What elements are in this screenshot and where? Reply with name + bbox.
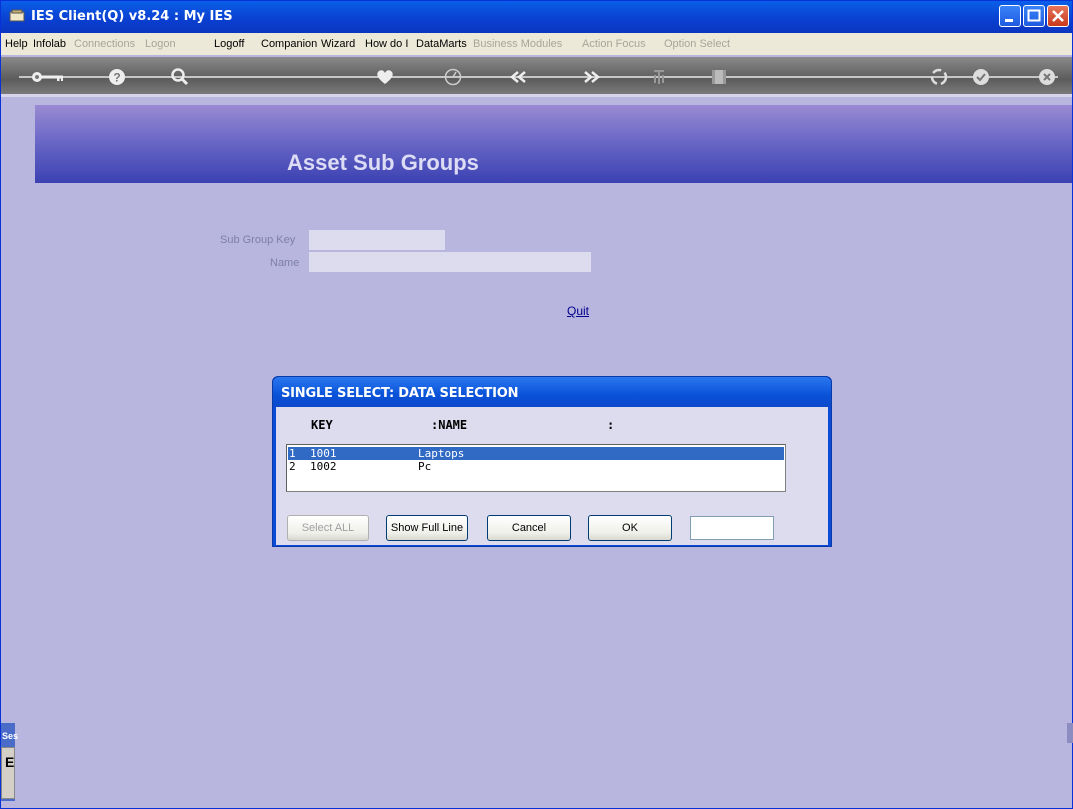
session-pane-label: Ses — [2, 731, 19, 741]
recycle-icon[interactable] — [927, 65, 951, 89]
row-name: Pc — [418, 460, 432, 473]
sub-group-key-label: Sub Group Key — [220, 234, 296, 246]
maximize-icon — [1027, 9, 1041, 22]
list-row[interactable]: 2 1002 Pc — [288, 460, 784, 473]
row-index: 2 — [289, 460, 296, 473]
menu-datamarts[interactable]: DataMarts — [416, 38, 467, 50]
menu-companion[interactable]: Companion — [261, 38, 317, 50]
menu-business-modules[interactable]: Business Modules — [473, 38, 562, 50]
toolbar: ? — [1, 57, 1072, 97]
forward-icon[interactable] — [579, 65, 603, 89]
row-key: 1001 — [310, 447, 337, 460]
minimize-button[interactable] — [999, 5, 1021, 27]
close-icon[interactable] — [1035, 65, 1059, 89]
back-icon[interactable] — [507, 65, 531, 89]
ok-button[interactable]: OK — [588, 515, 672, 541]
cancel-button[interactable]: Cancel — [487, 515, 571, 541]
menu-bar: Help Infolab Connections Logon Logoff Co… — [1, 33, 1072, 55]
dialog-title-bar[interactable]: SINGLE SELECT: DATA SELECTION — [273, 377, 831, 407]
name-label: Name — [270, 257, 300, 269]
tree-icon[interactable] — [647, 65, 671, 89]
window-title: IES Client(Q) v8.24 : My IES — [31, 9, 233, 24]
help-icon[interactable]: ? — [105, 65, 129, 89]
dialog-text-input[interactable] — [690, 516, 774, 540]
search-icon[interactable] — [167, 65, 191, 89]
svg-text:?: ? — [113, 71, 120, 85]
column-header-extra: : — [607, 418, 615, 432]
close-window-button[interactable] — [1047, 5, 1069, 27]
show-full-line-button[interactable]: Show Full Line — [386, 515, 468, 541]
application-window: IES Client(Q) v8.24 : My IES Help Infola… — [0, 0, 1073, 809]
film-icon[interactable] — [707, 65, 731, 89]
row-index: 1 — [289, 447, 296, 460]
row-key: 1002 — [310, 460, 337, 473]
title-bar[interactable]: IES Client(Q) v8.24 : My IES — [1, 1, 1072, 33]
page-banner: Asset Sub Groups — [35, 105, 1072, 183]
selection-list[interactable]: 1 1001 Laptops 2 1002 Pc — [286, 444, 786, 492]
column-header-key: KEY — [311, 418, 333, 432]
maximize-button[interactable] — [1023, 5, 1045, 27]
key-icon[interactable] — [31, 65, 65, 89]
right-edge-marker — [1067, 723, 1073, 743]
session-pane-box[interactable]: E — [1, 747, 15, 799]
quit-link[interactable]: Quit — [567, 304, 589, 318]
menu-infolab[interactable]: Infolab — [33, 38, 66, 50]
clock-icon[interactable] — [441, 65, 465, 89]
check-icon[interactable] — [969, 65, 993, 89]
menu-wizard[interactable]: Wizard — [321, 38, 355, 50]
menu-how-do-i[interactable]: How do I — [365, 38, 408, 50]
minimize-icon — [1005, 19, 1013, 22]
menu-option-select[interactable]: Option Select — [664, 38, 730, 50]
name-input[interactable] — [309, 252, 591, 272]
list-row[interactable]: 1 1001 Laptops — [288, 447, 784, 460]
heart-icon[interactable] — [373, 65, 397, 89]
menu-logon[interactable]: Logon — [145, 38, 176, 50]
menu-connections[interactable]: Connections — [74, 38, 135, 50]
dialog-title: SINGLE SELECT: DATA SELECTION — [281, 386, 519, 401]
row-name: Laptops — [418, 447, 465, 460]
sub-group-key-input[interactable] — [309, 230, 445, 250]
column-header-name: :NAME — [431, 418, 468, 432]
session-side-pane[interactable]: Ses E — [1, 723, 19, 801]
menu-action-focus[interactable]: Action Focus — [582, 38, 646, 50]
session-pane-glyph: E — [5, 754, 15, 770]
app-icon — [9, 9, 25, 22]
close-icon — [1052, 10, 1064, 22]
page-title: Asset Sub Groups — [287, 150, 479, 175]
dialog-body: KEY :NAME : 1 1001 Laptops 2 1002 Pc Sel… — [276, 407, 828, 545]
menu-help[interactable]: Help — [5, 38, 28, 50]
menu-logoff[interactable]: Logoff — [214, 38, 244, 50]
select-all-button[interactable]: Select ALL — [287, 515, 369, 541]
data-selection-dialog: SINGLE SELECT: DATA SELECTION KEY :NAME … — [272, 376, 832, 547]
